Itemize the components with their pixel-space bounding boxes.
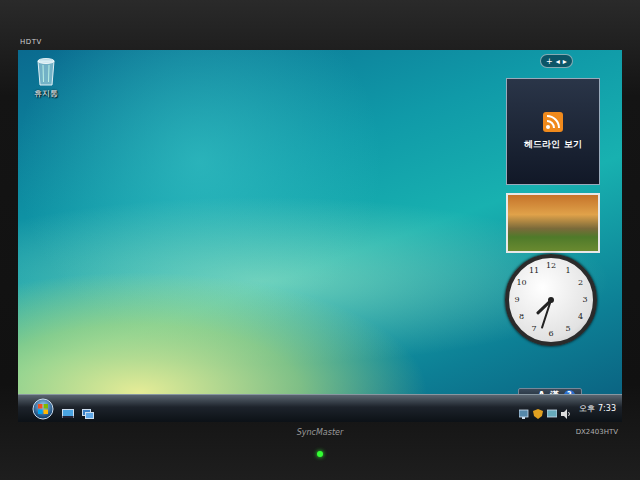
clock-number: 8 [516, 312, 528, 322]
headlines-title: 헤드라인 보기 [524, 138, 581, 151]
recycle-bin-label: 휴지통 [34, 88, 58, 99]
clock-pin [548, 297, 554, 303]
recycle-bin[interactable]: 휴지통 [26, 56, 66, 99]
clock-number: 6 [545, 329, 557, 339]
gadget-control[interactable]: ◂ [556, 56, 560, 67]
taskbar-clock[interactable]: 오후 7:33 [579, 403, 616, 414]
clock-number: 4 [574, 312, 586, 322]
security-icon[interactable] [533, 404, 543, 414]
clock-number: 12 [545, 261, 557, 271]
slideshow-photo[interactable] [506, 193, 600, 253]
gadget-control[interactable]: + [546, 56, 553, 67]
switch-windows-icon[interactable] [82, 404, 94, 414]
hdtv-label: HDTV [20, 38, 42, 46]
monitor: HDTV 휴지통+◂▸헤드라인 보기121234567891011A漢?오후 7… [0, 0, 640, 480]
gadget-controls: +◂▸ [540, 54, 573, 68]
clock-number: 5 [562, 324, 574, 334]
start-orb-icon[interactable] [32, 398, 54, 420]
recycle-bin-icon[interactable] [35, 56, 57, 86]
desktop: 휴지통+◂▸헤드라인 보기121234567891011A漢?오후 7:33 [18, 50, 622, 422]
power-led[interactable] [317, 451, 323, 457]
brand-label: SyncMaster [297, 428, 344, 437]
clock-number: 3 [579, 295, 591, 305]
clock-number: 11 [528, 266, 540, 276]
clock-number: 10 [516, 278, 528, 288]
clock-gadget[interactable]: 12 12 3 45678 9 1011 [505, 254, 597, 346]
clock-number: 9 [511, 295, 523, 305]
taskbar: 오후 7:33 [18, 394, 622, 422]
gadget-control[interactable]: ▸ [563, 56, 567, 67]
model-label: DX2403HTV [558, 428, 618, 436]
rss-icon[interactable] [543, 112, 563, 132]
bezel-bottom: SyncMaster DX2403HTV [0, 422, 640, 480]
show-desktop-icon[interactable] [62, 404, 74, 414]
system-tray: 오후 7:33 [519, 403, 616, 414]
clock-number: 2 [574, 278, 586, 288]
taskbar-left [32, 398, 94, 420]
brand-area: SyncMaster [297, 428, 344, 457]
network-icon[interactable] [519, 404, 529, 414]
clock-number: 1 [562, 266, 574, 276]
headlines-gadget[interactable]: 헤드라인 보기 [506, 78, 600, 185]
bezel-top: HDTV [0, 0, 640, 50]
display-icon[interactable] [547, 404, 557, 414]
volume-icon[interactable] [561, 404, 571, 414]
clock-number: 7 [528, 324, 540, 334]
